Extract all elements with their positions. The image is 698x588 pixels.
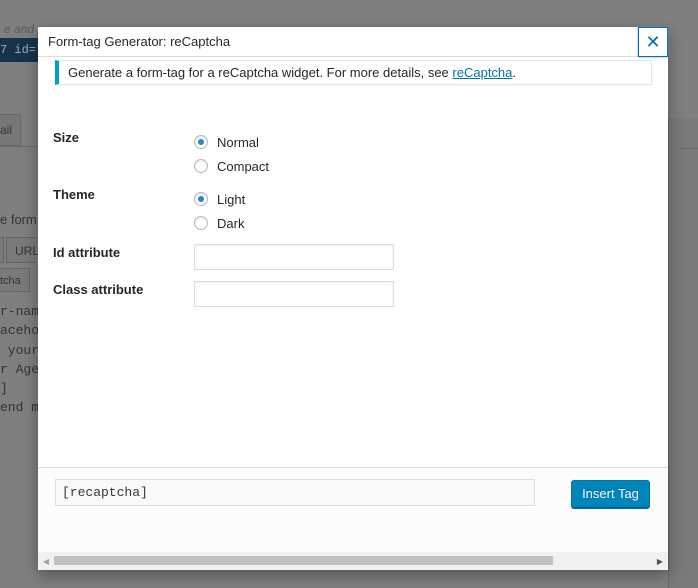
dialog-footer: [recaptcha] Insert Tag xyxy=(38,467,668,552)
recaptcha-docs-link[interactable]: reCaptcha xyxy=(452,65,512,80)
background-tab-mail: ail xyxy=(0,114,21,146)
background-code-fragment: 7 id=" xyxy=(0,43,44,57)
theme-option-light[interactable]: Light xyxy=(194,189,245,209)
close-icon: ✕ xyxy=(645,31,661,52)
size-normal-radio[interactable] xyxy=(194,135,208,149)
background-url-button: URL xyxy=(6,237,39,263)
dialog-body: Generate a form-tag for a reCaptcha widg… xyxy=(38,57,668,467)
background-tab-divider xyxy=(0,146,38,147)
theme-dark-radio[interactable] xyxy=(194,216,208,230)
background-recaptcha-button: tcha xyxy=(0,268,30,292)
chevron-left-icon[interactable]: ◀ xyxy=(40,552,52,570)
background-tag-button xyxy=(0,237,4,263)
dialog-title: Form-tag Generator: reCaptcha xyxy=(48,34,231,49)
horizontal-scrollbar[interactable]: ◀ ▶ xyxy=(38,552,668,570)
background-form-label: e form xyxy=(0,212,37,227)
notice-text: Generate a form-tag for a reCaptcha widg… xyxy=(68,65,453,80)
size-compact-label: Compact xyxy=(217,158,270,174)
size-option-normal[interactable]: Normal xyxy=(194,132,259,152)
background-side-divider xyxy=(680,148,698,149)
size-option-compact[interactable]: Compact xyxy=(194,156,269,176)
close-button[interactable]: ✕ xyxy=(638,27,668,57)
scrollbar-thumb[interactable] xyxy=(54,556,553,565)
dialog-header: Form-tag Generator: reCaptcha ✕ xyxy=(38,27,668,57)
chevron-right-icon[interactable]: ▶ xyxy=(654,552,666,570)
insert-tag-button[interactable]: Insert Tag xyxy=(571,480,650,508)
size-compact-radio[interactable] xyxy=(194,159,208,173)
theme-dark-label: Dark xyxy=(217,215,245,231)
generated-tag-field[interactable]: [recaptcha] xyxy=(55,479,535,506)
theme-label: Theme xyxy=(53,187,95,202)
id-attribute-label: Id attribute xyxy=(53,245,121,260)
class-attribute-input[interactable] xyxy=(194,281,394,307)
form-tag-generator-dialog: Form-tag Generator: reCaptcha ✕ Generate… xyxy=(38,27,668,570)
theme-light-radio[interactable] xyxy=(194,192,208,206)
theme-light-label: Light xyxy=(217,191,246,207)
info-notice: Generate a form-tag for a reCaptcha widg… xyxy=(55,60,652,85)
background-side-panel xyxy=(668,118,698,588)
notice-suffix: . xyxy=(512,65,517,80)
size-label: Size xyxy=(53,130,80,145)
theme-option-dark[interactable]: Dark xyxy=(194,213,244,233)
id-attribute-input[interactable] xyxy=(194,244,394,270)
size-normal-label: Normal xyxy=(217,134,259,150)
class-attribute-label: Class attribute xyxy=(53,282,144,297)
